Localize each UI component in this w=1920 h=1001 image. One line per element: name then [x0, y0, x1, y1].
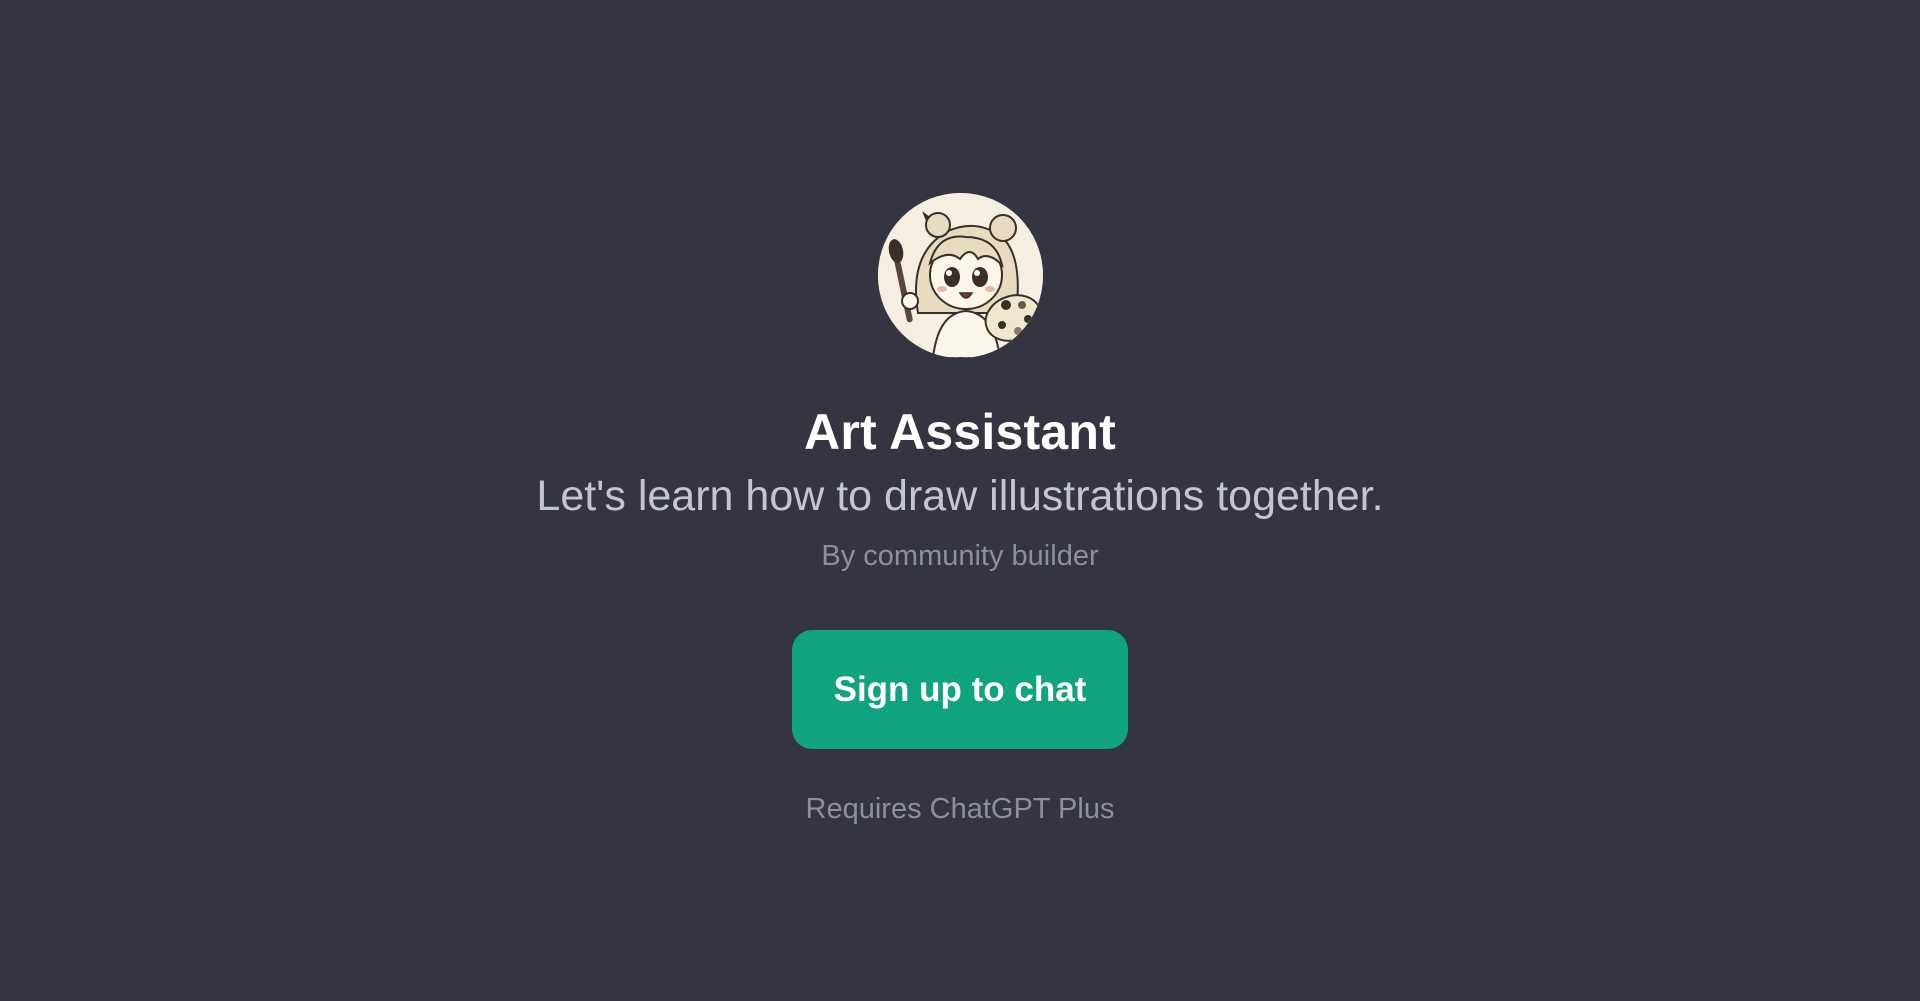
gpt-author: By community builder	[821, 540, 1099, 572]
gpt-avatar	[877, 193, 1043, 358]
anime-artist-girl-avatar-icon	[877, 193, 1043, 358]
gpt-description: Let's learn how to draw illustrations to…	[536, 472, 1384, 520]
gpt-landing-page: Art Assistant Let's learn how to draw il…	[0, 0, 1920, 1001]
sign-up-to-chat-button[interactable]: Sign up to chat	[792, 630, 1128, 749]
gpt-title: Art Assistant	[804, 404, 1116, 460]
requirement-note: Requires ChatGPT Plus	[805, 793, 1115, 825]
